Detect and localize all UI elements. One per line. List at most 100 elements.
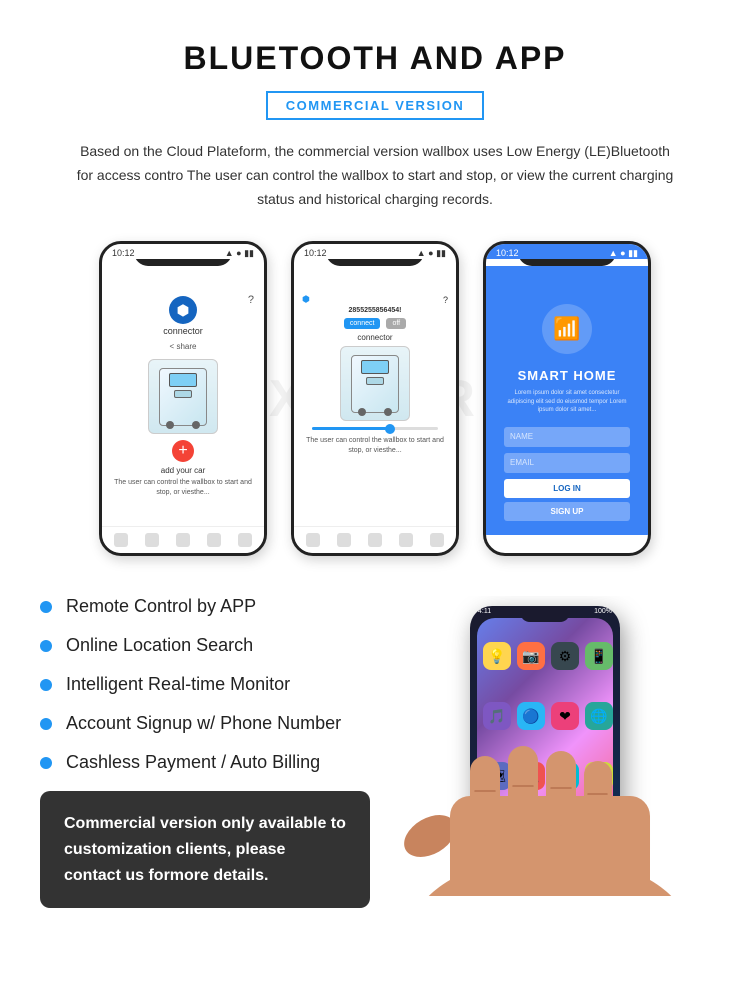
app-icon-7: ❤ [551,702,579,730]
p2-help: ? [443,295,448,305]
description-text: Based on the Cloud Plateform, the commer… [40,140,710,211]
time-1: 10:12 [112,248,135,259]
hp-notch [520,606,570,622]
time-2: 10:12 [304,248,327,259]
phones-row: XOLAR 10:12 ▲ ● ▮▮ ? ⬢ connector < share [40,241,710,556]
app-icon-2: 📷 [517,642,545,670]
hp-time: 4:11 [478,608,491,615]
nav-home[interactable] [114,533,128,547]
status-bar-2: 10:12 ▲ ● ▮▮ [294,244,456,259]
name-placeholder: NAME [510,432,533,441]
desc-text-1: The user can control the wallbox to star… [110,478,256,498]
feature-text-3: Account Signup w/ Phone Number [66,713,341,734]
connect-btn[interactable]: connect [344,318,381,329]
charger-image-2 [340,346,410,421]
nav-user-2[interactable] [368,533,382,547]
app-icon-8: 🌐 [585,702,613,730]
desc-text-2: The user can control the wallbox to star… [302,436,448,456]
signup-button[interactable]: SIGN UP [504,502,630,521]
bullet-4 [40,757,52,769]
wheel-right [192,421,200,429]
slider-track [312,427,438,430]
screen-3-blue: 📶 SMART HOME Lorem ipsum dolor sit amet … [486,266,648,534]
phone-mockup-1: 10:12 ▲ ● ▮▮ ? ⬢ connector < share [99,241,267,556]
p2-bluetooth-label: ⬢ [302,294,310,305]
page-wrapper: BLUETOOTH AND APP COMMERCIAL VERSION Bas… [0,0,750,988]
nav-search-2[interactable] [337,533,351,547]
wifi-symbol: 📶 [553,316,580,342]
charger-image-1 [148,359,218,434]
p3-email-input[interactable]: EMAIL [504,453,630,473]
hp-battery: 100% [594,608,612,615]
nav-heart[interactable] [207,533,221,547]
status-bar-1: 10:12 ▲ ● ▮▮ [102,244,264,259]
screen-1: ? ⬢ connector < share + add your car The… [102,266,264,526]
app-icon-3: ⚙ [551,642,579,670]
help-icon-1: ? [248,294,254,306]
off-btn[interactable]: off [386,318,406,329]
nav-menu[interactable] [238,533,252,547]
connector-label-1: connector [110,326,256,336]
screen-2: ⬢ ? 2855255856454! connect off connector [294,266,456,526]
badge-wrapper: COMMERCIAL VERSION [40,91,710,120]
main-title: BLUETOOTH AND APP [40,40,710,77]
app-icon-5: 🎵 [483,702,511,730]
phone-mockup-3: 10:12 ▲ ● ▮▮ 📶 SMART HOME Lorem ipsum do… [483,241,651,556]
feature-item-1: Online Location Search [40,635,370,656]
notice-box: Commercial version only available to cus… [40,791,370,908]
status-bar-3: 10:12 ▲ ● ▮▮ [486,244,648,259]
features-list: Remote Control by APP Online Location Se… [40,596,390,908]
bottom-nav-1 [102,526,264,553]
nav-menu-2[interactable] [430,533,444,547]
bullet-1 [40,640,52,652]
hand-phone-illustration: 4:11 100% 💡 📷 ⚙ 📱 🎵 🔵 ❤ 🌐 🗺 📞 [390,596,710,896]
login-button[interactable]: LOG IN [504,479,630,498]
email-placeholder: EMAIL [510,458,534,467]
feature-text-0: Remote Control by APP [66,596,256,617]
add-car-label: add your car [110,466,256,475]
p3-name-input[interactable]: NAME [504,427,630,447]
bullet-3 [40,718,52,730]
app-icon-6: 🔵 [517,702,545,730]
bullet-2 [40,679,52,691]
wheel-left [166,421,174,429]
features-section: Remote Control by APP Online Location Se… [40,596,710,908]
feature-text-4: Cashless Payment / Auto Billing [66,752,320,773]
version-badge: COMMERCIAL VERSION [266,91,484,120]
p2-code: 2855255856454! [302,307,448,314]
wifi-icon-circle: 📶 [542,304,592,354]
nav-home-2[interactable] [306,533,320,547]
feature-item-3: Account Signup w/ Phone Number [40,713,370,734]
signal-1: ▲ ● ▮▮ [225,248,254,259]
connector-label-2: connector [302,333,448,342]
slider-area[interactable] [302,427,448,430]
slider-fill [312,427,388,430]
smart-home-label: SMART HOME [496,368,638,383]
bottom-nav-2 [294,526,456,553]
notice-text: Commercial version only available to cus… [64,815,346,883]
nav-user[interactable] [176,533,190,547]
hand-svg [390,736,710,896]
time-3: 10:12 [496,248,519,259]
app-icon-4: 📱 [585,642,613,670]
add-button-1[interactable]: + [172,440,194,462]
bluetooth-icon-1: ⬢ [169,296,197,324]
feature-item-2: Intelligent Real-time Monitor [40,674,370,695]
feature-item-4: Cashless Payment / Auto Billing [40,752,370,773]
p3-sub-text: Lorem ipsum dolor sit amet consectetur a… [496,389,638,414]
slider-thumb [385,424,395,434]
nav-heart-2[interactable] [399,533,413,547]
signal-3: ▲ ● ▮▮ [609,248,638,259]
share-label-1: < share [110,342,256,351]
toggle-row: connect off [302,318,448,329]
signal-2: ▲ ● ▮▮ [417,248,446,259]
bullet-0 [40,601,52,613]
p2-header: ⬢ ? [302,290,448,307]
feature-item-0: Remote Control by APP [40,596,370,617]
feature-text-2: Intelligent Real-time Monitor [66,674,290,695]
charger-screen [169,373,197,387]
feature-text-1: Online Location Search [66,635,253,656]
app-icon-1: 💡 [483,642,511,670]
phone-mockup-2: 10:12 ▲ ● ▮▮ ⬢ ? 2855255856454! connect … [291,241,459,556]
nav-search[interactable] [145,533,159,547]
